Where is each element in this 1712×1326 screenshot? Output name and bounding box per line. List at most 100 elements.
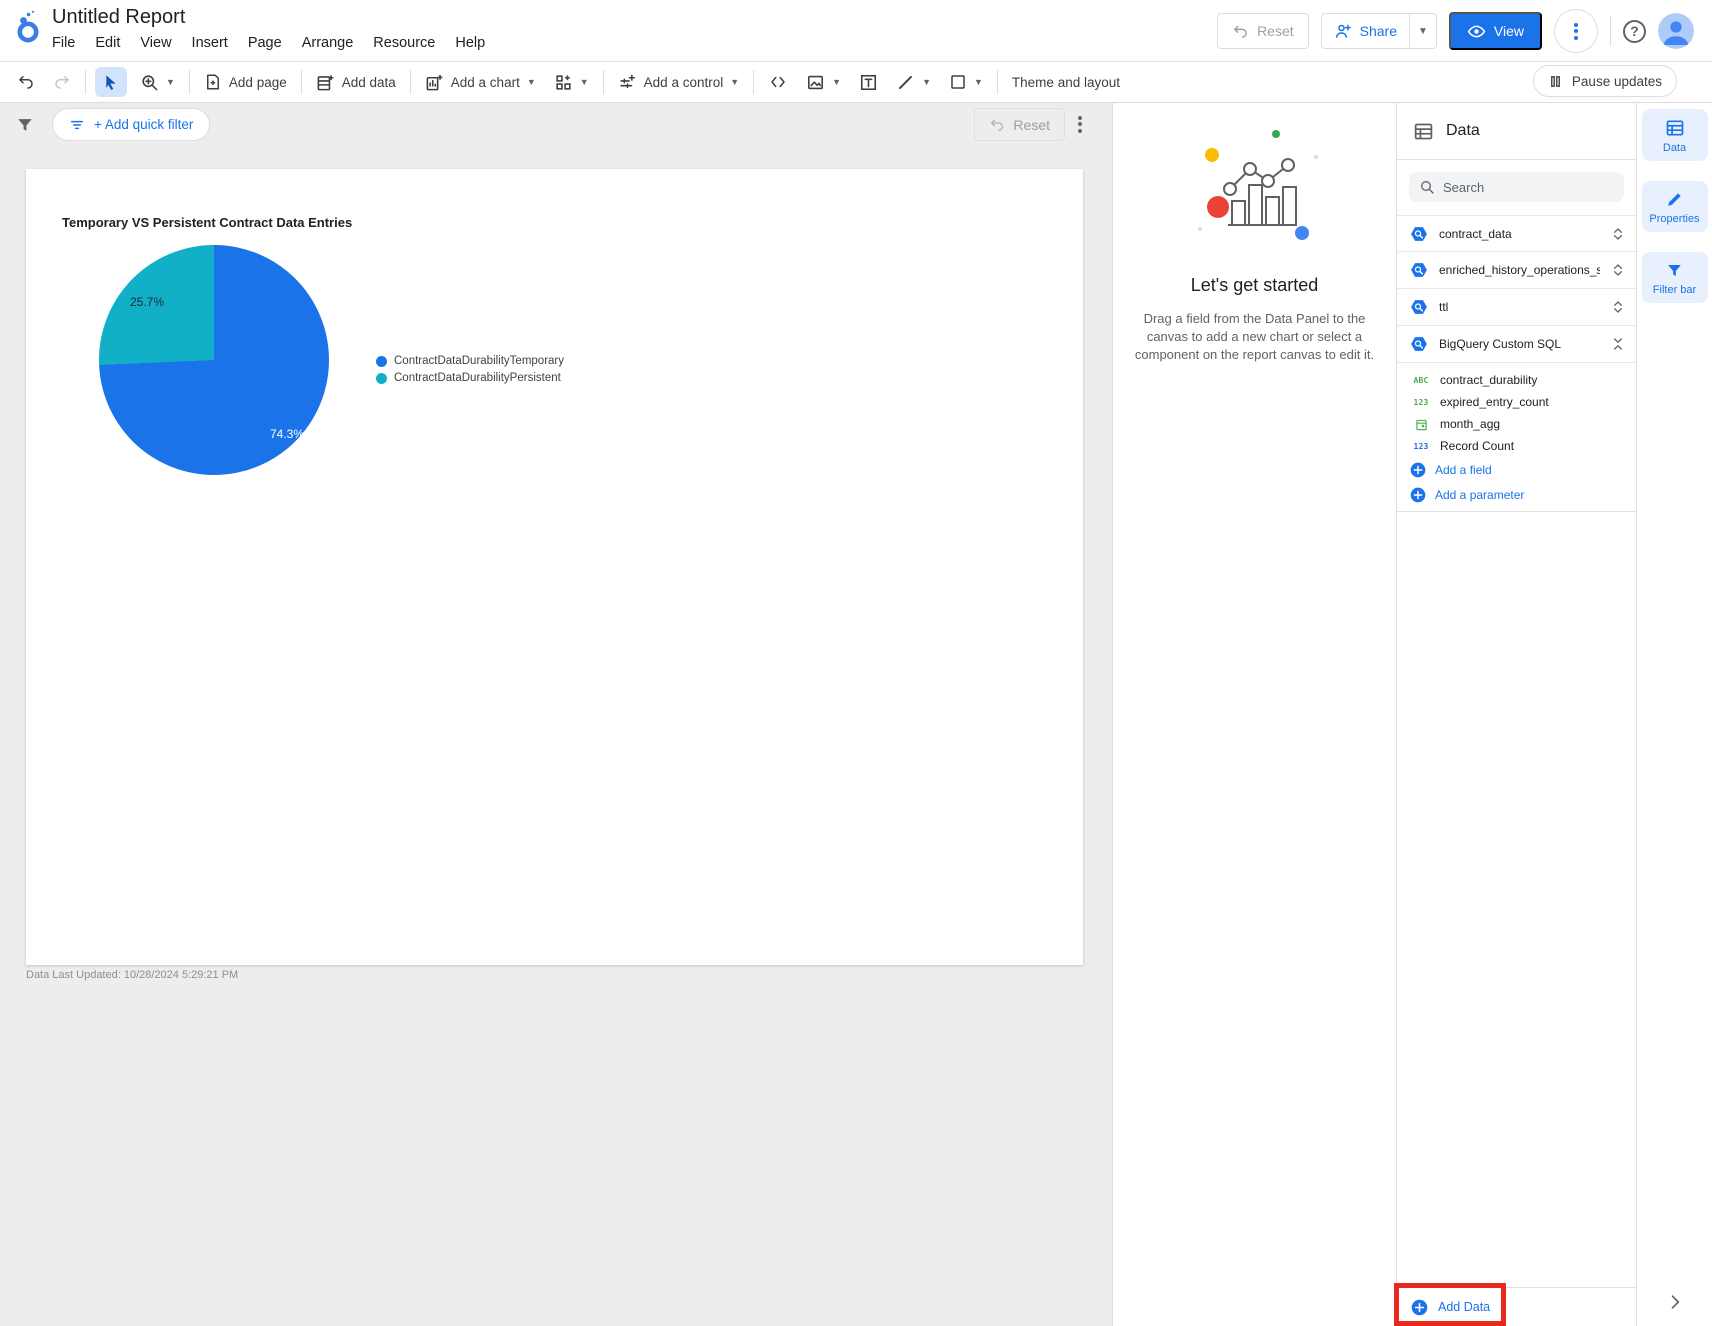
bigquery-icon bbox=[1411, 226, 1427, 241]
field-row[interactable]: ABC contract_durability bbox=[1397, 369, 1636, 391]
cursor-icon bbox=[106, 75, 116, 90]
bigquery-icon bbox=[1411, 337, 1427, 351]
undo-button[interactable] bbox=[8, 65, 44, 99]
menu-edit[interactable]: Edit bbox=[95, 35, 120, 51]
help-button[interactable]: ? bbox=[1623, 19, 1646, 43]
filter-more-button[interactable] bbox=[1078, 113, 1082, 135]
data-search[interactable] bbox=[1409, 172, 1624, 202]
unfold-less-icon bbox=[1614, 338, 1622, 350]
insert-image-button[interactable]: ▼ bbox=[797, 65, 850, 99]
add-chart-button[interactable]: Add a chart ▼ bbox=[416, 65, 545, 99]
share-dropdown-caret[interactable]: ▼ bbox=[1409, 14, 1436, 48]
report-title[interactable]: Untitled Report bbox=[52, 6, 185, 29]
share-button[interactable]: Share bbox=[1322, 14, 1409, 48]
text-box-icon bbox=[861, 74, 877, 90]
pie-value-label: 74.3% bbox=[270, 427, 305, 441]
looker-studio-logo-icon[interactable] bbox=[14, 10, 44, 44]
data-source-row[interactable]: ttl bbox=[1397, 289, 1636, 326]
menu-resource[interactable]: Resource bbox=[373, 35, 435, 51]
data-sources-list: contract_data enriched_history_operations… bbox=[1397, 215, 1636, 363]
plus-circle-icon bbox=[1411, 1299, 1428, 1315]
embed-url-button[interactable] bbox=[759, 65, 797, 99]
data-last-updated: Data Last Updated: 10/28/2024 5:29:21 PM bbox=[26, 969, 239, 981]
add-data-button[interactable]: Add data bbox=[307, 65, 405, 99]
more-options-button[interactable] bbox=[1554, 9, 1598, 53]
toolbar: ▼ Add page Add data Add a chart ▼ ▼ Add … bbox=[0, 62, 1712, 103]
calendar-icon bbox=[1415, 419, 1427, 430]
select-tool-button[interactable] bbox=[95, 67, 127, 97]
undo-icon bbox=[991, 119, 1004, 131]
header-divider bbox=[1610, 16, 1611, 46]
filter-bar: + Add quick filter Reset bbox=[0, 103, 1112, 147]
redo-button[interactable] bbox=[44, 65, 80, 99]
field-row[interactable]: 123 expired_entry_count bbox=[1397, 391, 1636, 413]
filter-list-icon bbox=[70, 120, 84, 129]
kebab-icon bbox=[1574, 20, 1578, 42]
field-row[interactable]: month_agg bbox=[1397, 413, 1636, 435]
metric-field-icon: 123 bbox=[1413, 441, 1429, 451]
view-button[interactable]: View bbox=[1448, 12, 1542, 50]
insert-shape-button[interactable]: ▼ bbox=[940, 65, 992, 99]
filter-reset-button[interactable]: Reset bbox=[974, 108, 1065, 141]
fields-list: ABC contract_durability 123 expired_entry_c… bbox=[1397, 363, 1636, 512]
report-page[interactable]: Temporary VS Persistent Contract Data En… bbox=[26, 169, 1083, 965]
text-field-icon: ABC bbox=[1413, 375, 1429, 385]
field-row[interactable]: 123 Record Count bbox=[1397, 435, 1636, 457]
add-page-button[interactable]: Add page bbox=[195, 65, 296, 99]
rail-tab-data[interactable]: Data bbox=[1641, 109, 1708, 161]
menu-help[interactable]: Help bbox=[455, 35, 485, 51]
zoom-tool-button[interactable]: ▼ bbox=[131, 65, 184, 99]
code-icon bbox=[771, 76, 785, 88]
bigquery-icon bbox=[1411, 263, 1427, 277]
undo-icon bbox=[1232, 23, 1249, 40]
data-source-row[interactable]: contract_data bbox=[1397, 215, 1636, 252]
add-data-icon bbox=[317, 74, 334, 90]
collapse-panel-chevron[interactable] bbox=[1665, 1292, 1685, 1312]
theme-and-layout-button[interactable]: Theme and layout bbox=[1003, 65, 1129, 99]
add-field-link[interactable]: Add a field bbox=[1397, 457, 1636, 482]
avatar[interactable] bbox=[1658, 13, 1694, 49]
menu-arrange[interactable]: Arrange bbox=[302, 35, 354, 51]
pencil-icon bbox=[1668, 193, 1681, 206]
reset-button[interactable]: Reset bbox=[1217, 13, 1309, 49]
pause-icon bbox=[1550, 75, 1560, 87]
chart-title: Temporary VS Persistent Contract Data En… bbox=[62, 215, 353, 230]
data-panel-header: Data bbox=[1397, 103, 1636, 160]
unfold-more-icon bbox=[1614, 264, 1622, 276]
insert-line-button[interactable]: ▼ bbox=[887, 65, 940, 99]
pause-updates-button[interactable]: Pause updates bbox=[1532, 65, 1677, 97]
rail-tab-properties[interactable]: Properties bbox=[1641, 181, 1708, 232]
menu-page[interactable]: Page bbox=[248, 35, 282, 51]
add-page-icon bbox=[206, 74, 219, 90]
data-table-icon bbox=[1666, 120, 1683, 136]
unfold-more-icon bbox=[1614, 227, 1622, 240]
redo-icon bbox=[55, 76, 69, 89]
legend-dot bbox=[376, 355, 387, 367]
bigquery-icon bbox=[1411, 300, 1427, 314]
pie-value-label: 25.7% bbox=[130, 295, 165, 309]
search-icon bbox=[1421, 181, 1434, 194]
data-source-row[interactable]: BigQuery Custom SQL bbox=[1397, 326, 1636, 363]
data-panel: Data contract_dataenriched_history_opera… bbox=[1394, 103, 1637, 1326]
menu-file[interactable]: File bbox=[52, 35, 75, 51]
community-visualizations-button[interactable]: ▼ bbox=[545, 65, 598, 99]
add-quick-filter-button[interactable]: + Add quick filter bbox=[52, 108, 211, 141]
add-control-icon bbox=[620, 74, 635, 88]
legend-dot bbox=[376, 372, 387, 384]
rail-tab-filter-bar[interactable]: Filter bar bbox=[1641, 252, 1708, 303]
menu-insert[interactable]: Insert bbox=[192, 35, 228, 51]
filter-icon bbox=[15, 115, 35, 135]
getting-started-panel: Let's get started Drag a field from the … bbox=[1112, 103, 1396, 1326]
line-icon bbox=[899, 75, 913, 89]
add-chart-icon bbox=[426, 74, 443, 90]
search-input[interactable] bbox=[1443, 179, 1603, 195]
menu-view[interactable]: View bbox=[140, 35, 171, 51]
add-data-footer-button[interactable]: Add Data bbox=[1397, 1299, 1490, 1316]
data-source-row[interactable]: enriched_history_operations_sorob... bbox=[1397, 252, 1636, 289]
plus-circle-icon bbox=[1410, 487, 1426, 502]
add-control-button[interactable]: Add a control ▼ bbox=[609, 65, 748, 99]
insert-text-button[interactable] bbox=[850, 65, 887, 99]
add-parameter-link[interactable]: Add a parameter bbox=[1397, 482, 1636, 507]
share-split-button: Share ▼ bbox=[1320, 13, 1437, 49]
menu-bar: File Edit View Insert Page Arrange Resource Hel… bbox=[52, 35, 485, 51]
